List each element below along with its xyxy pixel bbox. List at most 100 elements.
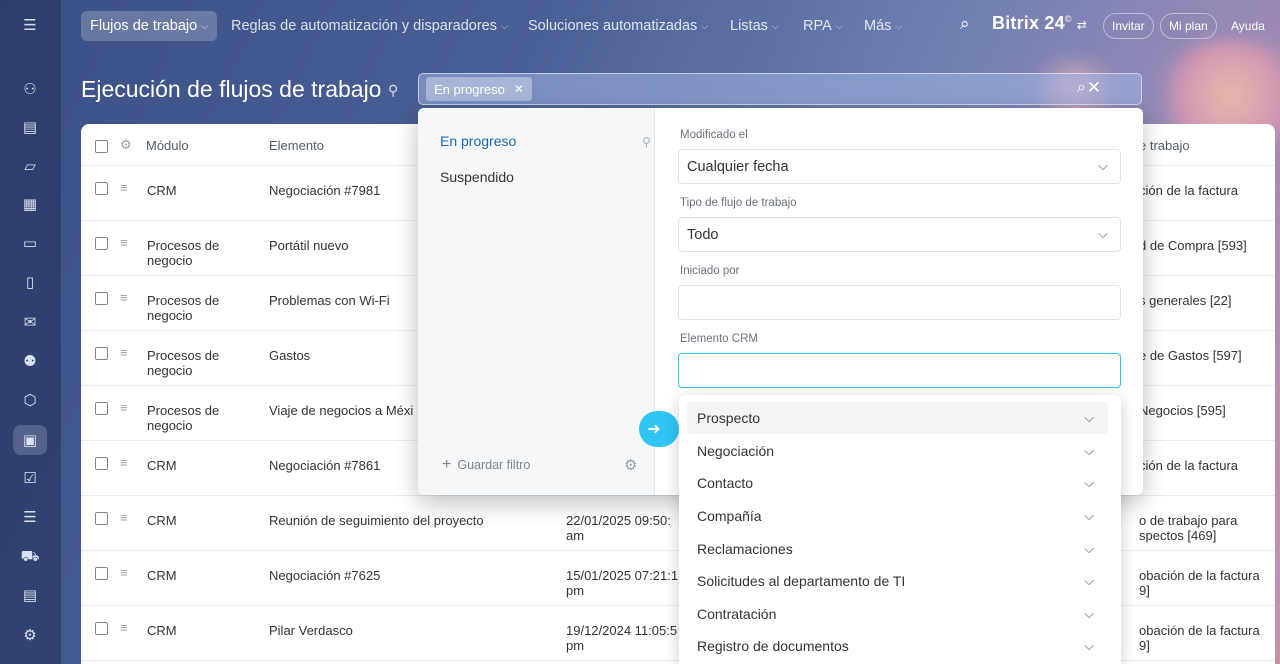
chevron-down-icon[interactable]: ⌵ [1084,443,1094,459]
filter-presets: En progreso ⚲ Suspendido + Guardar filtr… [418,108,655,495]
checklist-icon[interactable]: ☑ [19,467,41,489]
chevron-down-icon[interactable]: ⌵ [1084,475,1094,491]
cell-element[interactable]: Problemas con Wi-Fi [269,293,390,308]
brand-logo[interactable]: Bitrix 24© ⇄ [992,13,1087,34]
funnel-icon[interactable]: ☰ [19,506,41,528]
dropdown-item[interactable]: Reclamaciones ⌵ [687,533,1108,565]
pin-icon[interactable]: ⚲ [642,135,651,149]
chevron-down-icon[interactable]: ⌵ [1084,508,1094,524]
brand-mark: © [1064,14,1072,24]
preset-suspended[interactable]: Suspendido [440,169,514,185]
nav-lists[interactable]: Listas ⌵ [730,11,779,41]
automation-icon[interactable]: ⬡ [19,389,41,411]
started-by-input[interactable] [678,285,1121,320]
nav-workflows[interactable]: Flujos de trabajo ⌵ [81,11,218,41]
cell-template: s generales [22] [1139,293,1232,308]
cell-module: CRM [147,513,177,528]
drag-handle-icon[interactable]: ≡ [120,290,128,305]
drag-handle-icon[interactable]: ≡ [120,235,128,250]
filter-chip[interactable]: En progreso ✕ [426,77,532,101]
clear-icon[interactable]: ✕ [1087,78,1101,98]
row-checkbox[interactable] [95,567,108,580]
cell-element[interactable]: Reunión de seguimiento del proyecto [269,513,484,528]
cell-element[interactable]: Negociación #7625 [269,568,380,583]
apply-filter-button[interactable]: ➜ [639,411,679,447]
row-checkbox[interactable] [95,292,108,305]
chevron-down-icon: ⌵ [835,20,843,31]
row-checkbox[interactable] [95,622,108,635]
contacts-icon[interactable]: ⚉ [19,350,41,372]
activity-icon[interactable]: ⚇ [19,78,41,100]
cell-element[interactable]: Viaje de negocios a Méxi [269,403,413,418]
mail-icon[interactable]: ✉ [19,311,41,333]
nav-automation-rules[interactable]: Reglas de automatización y disparadores ⌵ [231,11,508,41]
column-module[interactable]: Módulo [146,138,189,153]
column-element[interactable]: Elemento [269,138,324,153]
dropdown-item[interactable]: Compañía ⌵ [687,500,1108,532]
row-checkbox[interactable] [95,457,108,470]
save-filter-button[interactable]: + Guardar filtro [442,456,530,474]
chevron-down-icon[interactable]: ⌵ [1084,606,1094,622]
drive-icon[interactable]: ▭ [19,232,41,254]
row-checkbox[interactable] [95,182,108,195]
close-icon[interactable]: ✕ [514,82,524,96]
search-icon[interactable]: ⌕ [1077,79,1086,97]
chevron-down-icon[interactable]: ⌵ [1084,410,1094,426]
drag-handle-icon[interactable]: ≡ [120,180,128,195]
filter-search-box[interactable]: En progreso ✕ ⌕ ✕ [418,73,1142,105]
cell-element[interactable]: Negociación #7981 [269,183,380,198]
preset-in-progress[interactable]: En progreso [440,133,516,149]
gear-icon[interactable]: ⚙ [624,456,637,474]
cart-icon[interactable]: ⛟ [19,545,41,567]
workflow-icon[interactable]: ▣ [13,425,47,455]
drag-handle-icon[interactable]: ≡ [120,565,128,580]
drag-handle-icon[interactable]: ≡ [120,345,128,360]
row-checkbox[interactable] [95,512,108,525]
workflow-type-select[interactable]: Todo ⌵ [678,217,1121,252]
chevron-down-icon[interactable]: ⌵ [1084,541,1094,557]
gear-icon[interactable]: ⚙ [120,137,132,153]
my-plan-button[interactable]: Mi plan [1160,13,1217,39]
drag-handle-icon[interactable]: ≡ [120,400,128,415]
cell-element[interactable]: Portátil nuevo [269,238,349,253]
cell-date-suffix: am [566,528,585,543]
row-checkbox[interactable] [95,402,108,415]
select-all-checkbox[interactable] [95,140,108,153]
nav-automated-solutions[interactable]: Soluciones automatizadas ⌵ [528,11,708,41]
chevron-down-icon: ⌵ [1098,158,1108,173]
dropdown-item[interactable]: Negociación ⌵ [687,435,1108,467]
cell-element[interactable]: Gastos [269,348,310,363]
dropdown-item[interactable]: Registro de documentos ⌵ [687,630,1108,662]
cell-template-line2: 9] [1139,583,1150,598]
settings-icon[interactable]: ⚙ [19,624,41,646]
menu-icon[interactable]: ☰ [19,14,41,36]
cell-element[interactable]: Pilar Verdasco [269,623,353,638]
dropdown-item[interactable]: Contratación ⌵ [687,598,1108,630]
chevron-down-icon[interactable]: ⌵ [1084,573,1094,589]
search-icon[interactable]: ⌕ [960,14,970,34]
crm-element-input[interactable] [678,353,1121,388]
invite-button[interactable]: Invitar [1103,13,1154,39]
drag-handle-icon[interactable]: ≡ [120,455,128,470]
help-button[interactable]: Ayuda [1223,13,1273,39]
calendar-icon[interactable]: ▦ [19,193,41,215]
tasks-icon[interactable]: ▤ [19,116,41,138]
dropdown-item[interactable]: Prospecto ⌵ [687,402,1108,434]
nav-rpa[interactable]: RPA ⌵ [803,11,843,41]
chat-icon[interactable]: ▱ [19,155,41,177]
modified-select[interactable]: Cualquier fecha ⌵ [678,149,1121,184]
dropdown-item[interactable]: Contacto ⌵ [687,467,1108,499]
drag-handle-icon[interactable]: ≡ [120,620,128,635]
cell-element[interactable]: Negociación #7861 [269,458,380,473]
row-checkbox[interactable] [95,237,108,250]
document-icon[interactable]: ▯ [19,271,41,293]
column-template[interactable]: e trabajo [1139,138,1190,153]
nav-more[interactable]: Más ⌵ [864,11,902,41]
chevron-down-icon[interactable]: ⌵ [1084,638,1094,654]
row-checkbox[interactable] [95,347,108,360]
pin-icon[interactable]: ⚲ [388,82,398,99]
cell-template: e de Gastos [597] [1139,348,1242,363]
id-card-icon[interactable]: ▤ [19,584,41,606]
drag-handle-icon[interactable]: ≡ [120,510,128,525]
dropdown-item[interactable]: Solicitudes al departamento de TI ⌵ [687,565,1108,597]
